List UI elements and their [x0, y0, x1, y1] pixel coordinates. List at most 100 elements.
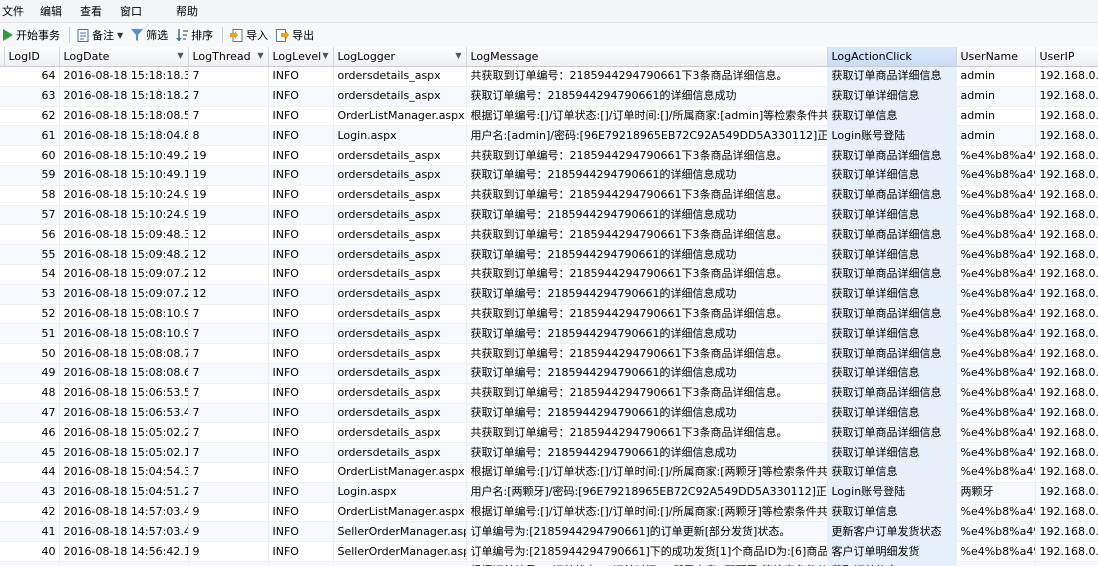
cell-loglogger[interactable]: OrderListManager.aspx — [333, 561, 467, 566]
cell-logmessage[interactable]: 获取订单编号：2185944294790661的详细信息成功 — [466, 205, 828, 226]
cell-userip[interactable]: 192.168.0.32 — [1035, 383, 1098, 404]
cell-logmessage[interactable]: 共获取到订单编号：2185944294790661下3条商品详细信息。 — [466, 145, 828, 166]
cell-logmessage[interactable]: 用户名:[两颗牙]/密码:[96E79218965EB72C92A549DD5A… — [466, 482, 828, 503]
cell-logmessage[interactable]: 获取订单编号：2185944294790661的详细信息成功 — [466, 284, 828, 305]
begin-transaction-button[interactable]: 开始事务 — [0, 27, 65, 43]
cell-logmessage[interactable]: 用户名:[admin]/密码:[96E79218965EB72C92A549DD… — [466, 125, 828, 147]
cell-userip[interactable]: 192.168.0.32 — [1035, 502, 1098, 523]
cell-loglogger[interactable]: ordersdetails_aspx — [333, 205, 467, 226]
cell-loglevel[interactable]: INFO — [268, 502, 334, 523]
cell-username[interactable]: %e4%b8%a4%e — [956, 284, 1036, 305]
column-header-logmessage[interactable]: LogMessage — [466, 47, 828, 67]
cell-loglogger[interactable]: ordersdetails_aspx — [333, 323, 467, 345]
menu-item-1[interactable]: 文件 — [2, 3, 40, 19]
column-header-logactionclick[interactable]: LogActionClick — [827, 47, 957, 67]
cell-loglogger[interactable]: Login.aspx — [333, 125, 467, 147]
chevron-down-icon[interactable]: ▼ — [455, 51, 461, 60]
cell-logid[interactable]: 46 — [4, 422, 60, 444]
cell-loglogger[interactable]: ordersdetails_aspx — [333, 264, 467, 285]
table-row[interactable]: 462016-08-18 15:05:02.2277INFOordersdeta… — [0, 422, 1098, 444]
cell-loglogger[interactable]: ordersdetails_aspx — [333, 86, 467, 107]
cell-userip[interactable]: 192.168.0.32 — [1035, 482, 1098, 503]
table-row[interactable]: 542016-08-18 15:09:07.29712INFOordersdet… — [0, 264, 1098, 285]
cell-logthread[interactable]: 9 — [188, 502, 269, 523]
cell-logid[interactable]: 51 — [4, 323, 60, 345]
cell-loglogger[interactable]: ordersdetails_aspx — [333, 185, 467, 206]
cell-logthread[interactable]: 7 — [188, 86, 269, 107]
cell-logdate[interactable]: 2016-08-18 14:56:42.100 — [59, 541, 189, 562]
cell-loglogger[interactable]: ordersdetails_aspx — [333, 304, 467, 325]
cell-userip[interactable]: 192.168.0.32 — [1035, 403, 1098, 424]
table-row[interactable]: 632016-08-18 15:18:18.2637INFOordersdeta… — [0, 86, 1098, 107]
cell-logactionclick[interactable]: 获取订单商品详细信息 — [827, 185, 957, 206]
cell-logthread[interactable]: 7 — [188, 462, 269, 483]
cell-userip[interactable]: 192.168.0.32 — [1035, 145, 1098, 166]
cell-userip[interactable]: 192.168.0.32 — [1035, 521, 1098, 543]
cell-username[interactable]: %e4%b8%a4%e — [956, 323, 1036, 345]
cell-logthread[interactable]: 7 — [188, 343, 269, 364]
cell-loglogger[interactable]: SellerOrderManager.aspx — [333, 521, 467, 543]
cell-logmessage[interactable]: 获取订单编号：2185944294790661的详细信息成功 — [466, 403, 828, 424]
table-row[interactable]: 502016-08-18 15:08:08.7107INFOordersdeta… — [0, 343, 1098, 364]
cell-username[interactable]: %e4%b8%a4%e — [956, 561, 1036, 566]
cell-logthread[interactable]: 12 — [188, 264, 269, 285]
cell-logdate[interactable]: 2016-08-18 15:10:49.200 — [59, 145, 189, 166]
cell-loglevel[interactable]: INFO — [268, 304, 334, 325]
table-row[interactable]: 432016-08-18 15:04:51.2007INFOLogin.aspx… — [0, 482, 1098, 503]
table-row[interactable]: 582016-08-18 15:10:24.96319INFOordersdet… — [0, 185, 1098, 206]
cell-logactionclick[interactable]: 获取订单详细信息 — [827, 86, 957, 107]
cell-username[interactable]: %e4%b8%a4%e — [956, 541, 1036, 562]
cell-userip[interactable]: 192.168.0.32 — [1035, 304, 1098, 325]
cell-userip[interactable]: 192.168.0.32 — [1035, 442, 1098, 463]
cell-loglogger[interactable]: ordersdetails_aspx — [333, 66, 467, 87]
cell-logdate[interactable]: 2016-08-18 15:09:48.290 — [59, 244, 189, 265]
cell-logmessage[interactable]: 获取订单编号：2185944294790661的详细信息成功 — [466, 244, 828, 265]
cell-logdate[interactable]: 2016-08-18 15:18:18.263 — [59, 86, 189, 107]
cell-logthread[interactable]: 8 — [188, 125, 269, 147]
table-row[interactable]: 552016-08-18 15:09:48.29012INFOordersdet… — [0, 244, 1098, 265]
cell-userip[interactable]: 192.168.0.32 — [1035, 125, 1098, 147]
cell-logdate[interactable]: 2016-08-18 15:10:24.963 — [59, 185, 189, 206]
cell-logthread[interactable]: 7 — [188, 383, 269, 404]
cell-username[interactable]: %e4%b8%a4%e — [956, 244, 1036, 265]
table-row[interactable]: 512016-08-18 15:08:10.9437INFOordersdeta… — [0, 323, 1098, 345]
cell-logdate[interactable]: 2016-08-18 15:10:49.157 — [59, 165, 189, 186]
cell-loglevel[interactable]: INFO — [268, 66, 334, 87]
cell-loglevel[interactable]: INFO — [268, 86, 334, 107]
cell-username[interactable]: %e4%b8%a4%e — [956, 442, 1036, 463]
cell-logthread[interactable]: 7 — [188, 106, 269, 127]
table-row[interactable]: 492016-08-18 15:08:08.6637INFOordersdeta… — [0, 363, 1098, 384]
cell-loglevel[interactable]: INFO — [268, 205, 334, 226]
cell-username[interactable]: 两颗牙 — [956, 482, 1036, 503]
cell-userip[interactable]: 192.168.0.32 — [1035, 106, 1098, 127]
cell-logactionclick[interactable]: 获取订单商品详细信息 — [827, 304, 957, 325]
cell-userip[interactable]: 192.168.0.32 — [1035, 224, 1098, 246]
cell-loglevel[interactable]: INFO — [268, 363, 334, 384]
cell-userip[interactable]: 192.168.0.32 — [1035, 462, 1098, 483]
cell-userip[interactable]: 192.168.0.32 — [1035, 343, 1098, 364]
cell-loglevel[interactable]: INFO — [268, 462, 334, 483]
menu-item-3[interactable]: 查看 — [80, 3, 120, 19]
cell-username[interactable]: %e4%b8%a4%e — [956, 264, 1036, 285]
data-grid[interactable]: LogID LogDate ▼ LogThread ▼ LogLevel ▼ LogLogge… — [0, 47, 1098, 566]
cell-logdate[interactable]: 2016-08-18 15:08:10.983 — [59, 304, 189, 325]
cell-username[interactable]: %e4%b8%a4%e — [956, 304, 1036, 325]
cell-logmessage[interactable]: 获取订单编号：2185944294790661的详细信息成功 — [466, 86, 828, 107]
cell-loglogger[interactable]: ordersdetails_aspx — [333, 403, 467, 424]
table-row[interactable]: 592016-08-18 15:10:49.15719INFOordersdet… — [0, 165, 1098, 186]
cell-userip[interactable]: 192.168.0.32 — [1035, 66, 1098, 87]
cell-logid[interactable]: 56 — [4, 224, 60, 246]
cell-loglevel[interactable]: INFO — [268, 343, 334, 364]
cell-loglogger[interactable]: SellerOrderManager.aspx — [333, 541, 467, 562]
cell-username[interactable]: %e4%b8%a4%e — [956, 185, 1036, 206]
table-row[interactable]: 422016-08-18 14:57:03.4809INFOOrderListM… — [0, 502, 1098, 523]
cell-username[interactable]: admin — [956, 125, 1036, 147]
cell-logthread[interactable]: 19 — [188, 205, 269, 226]
cell-username[interactable]: %e4%b8%a4%e — [956, 462, 1036, 483]
table-row[interactable]: 452016-08-18 15:05:02.1677INFOordersdeta… — [0, 442, 1098, 463]
cell-logthread[interactable]: 7 — [188, 422, 269, 444]
filter-button[interactable]: 筛选 — [128, 27, 173, 43]
chevron-down-icon[interactable]: ▼ — [177, 51, 183, 60]
cell-loglevel[interactable]: INFO — [268, 224, 334, 246]
table-row[interactable]: 532016-08-18 15:09:07.21712INFOordersdet… — [0, 284, 1098, 305]
